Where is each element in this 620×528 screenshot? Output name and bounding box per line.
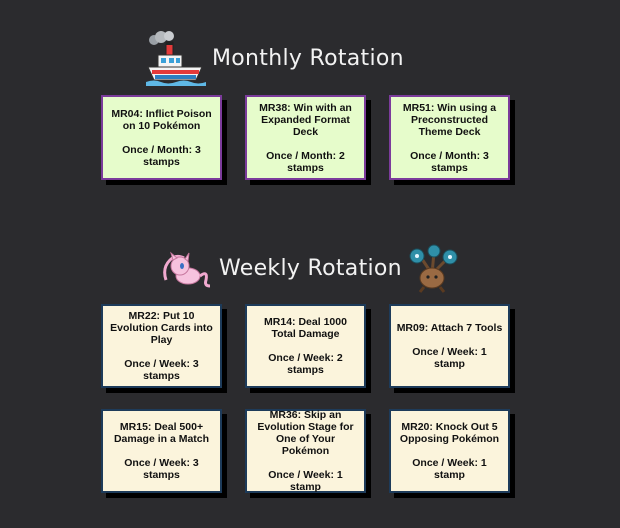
mission-title: MR09: Attach 7 Tools <box>396 322 503 334</box>
mission-card[interactable]: MR04: Inflict Poison on 10 Pokémon Once … <box>101 95 222 180</box>
mission-title: MR14: Deal 1000 Total Damage <box>264 316 347 340</box>
mission-title: MR38: Win with an Expanded Format Deck <box>259 101 352 138</box>
mission-frequency: Once / Week: 3 stamps <box>124 358 199 382</box>
mission-frequency: Once / Month: 3 stamps <box>122 143 201 168</box>
mission-title: MR36: Skip an Evolution Stage for One of… <box>257 409 354 457</box>
mission-frequency: Once / Month: 3 stamps <box>410 149 489 174</box>
mission-card[interactable]: MR36: Skip an Evolution Stage for One of… <box>245 409 366 493</box>
weekly-rotation-heading: Weekly Rotation <box>219 256 402 281</box>
mission-card[interactable]: MR14: Deal 1000 Total Damage Once / Week… <box>245 304 366 388</box>
boat-icon <box>146 31 206 86</box>
mission-card[interactable]: MR20: Knock Out 5 Opposing Pokémon Once … <box>389 409 510 493</box>
mission-card[interactable]: MR15: Deal 500+ Damage in a Match Once /… <box>101 409 222 493</box>
mission-frequency: Once / Week: 1 stamp <box>412 346 487 370</box>
mission-frequency: Once / Week: 3 stamps <box>124 457 199 481</box>
mission-frequency: Once / Week: 1 stamp <box>412 457 487 481</box>
mission-title: MR04: Inflict Poison on 10 Pokémon <box>111 107 212 132</box>
mission-title: MR22: Put 10 Evolution Cards into Play <box>110 310 213 346</box>
mission-frequency: Once / Week: 2 stamps <box>268 352 343 376</box>
mission-title: MR51: Win using a Preconstructed Theme D… <box>402 101 497 138</box>
mission-card[interactable]: MR09: Attach 7 Tools Once / Week: 1 stam… <box>389 304 510 388</box>
mission-card[interactable]: MR22: Put 10 Evolution Cards into Play O… <box>101 304 222 388</box>
mission-frequency: Once / Month: 2 stamps <box>266 149 345 174</box>
mission-title: MR15: Deal 500+ Damage in a Match <box>113 421 210 445</box>
mission-card[interactable]: MR38: Win with an Expanded Format Deck O… <box>245 95 366 180</box>
monthly-rotation-heading: Monthly Rotation <box>212 46 404 71</box>
mission-card[interactable]: MR51: Win using a Preconstructed Theme D… <box>389 95 510 180</box>
mission-frequency: Once / Week: 1 stamp <box>268 469 343 493</box>
mew-icon <box>163 251 211 288</box>
mission-title: MR20: Knock Out 5 Opposing Pokémon <box>399 421 500 445</box>
tree-pokemon-icon <box>409 244 458 293</box>
